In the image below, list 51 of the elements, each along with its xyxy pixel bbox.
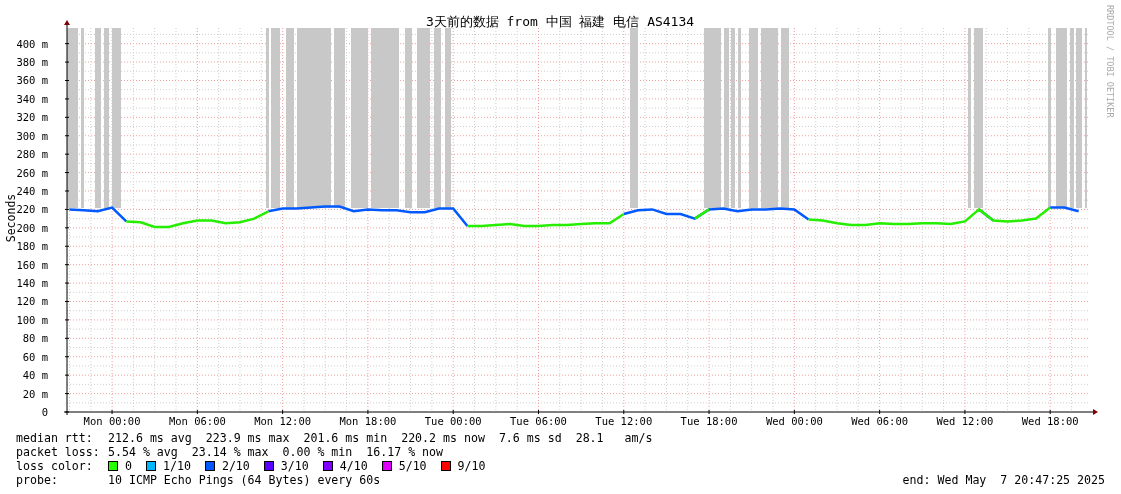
axis-label: 160 m <box>16 258 48 271</box>
axis-label: Tue 18:00 <box>680 415 738 427</box>
axis-label: 180 m <box>16 240 48 253</box>
legend-value: 212.6 ms avg 223.9 ms max 201.6 ms min 220.2 ms now 7.6 ms sd 28.1 am/s <box>108 431 653 445</box>
legend-value: 4/10 <box>339 459 368 473</box>
legend-value: 5.54 % avg 23.14 % max 0.00 % min 16.17 % now <box>108 445 444 459</box>
credit-text: RRDTOOL / TOBI OETIKER <box>1105 5 1115 118</box>
legend-label: median rtt: <box>16 431 94 445</box>
axis-label: Wed 00:00 <box>765 415 823 427</box>
axis-label: Wed 12:00 <box>936 415 994 427</box>
axis-label: 100 m <box>16 313 48 326</box>
axis-label: 140 m <box>16 277 48 290</box>
axis-label: 380 m <box>16 56 48 69</box>
axis-label: Mon 12:00 <box>254 415 312 427</box>
legend-value: 5/10 <box>398 459 427 473</box>
axis-label: 120 m <box>16 295 48 308</box>
legend-value: 3/10 <box>280 459 309 473</box>
axis-label: Mon 00:00 <box>83 415 141 427</box>
axis-label: Mon 18:00 <box>339 415 397 427</box>
axis-label: Tue 12:00 <box>595 415 653 427</box>
axis-label: 220 m <box>16 203 48 216</box>
axis-label: 240 m <box>16 185 48 197</box>
axis-label: 340 m <box>16 92 48 105</box>
axis-label: 200 m <box>16 221 48 234</box>
axis-label: 60 m <box>22 350 48 363</box>
axis-label: Tue 06:00 <box>510 415 567 427</box>
axis-label: 280 m <box>16 148 48 161</box>
legend-value: 10 ICMP Echo Pings (64 Bytes) every 60s <box>108 473 381 487</box>
axis-title: Seconds <box>4 193 18 243</box>
axis-label: 20 m <box>22 387 48 400</box>
axis-label: 260 m <box>16 166 48 179</box>
axis-label: Wed 18:00 <box>1021 415 1079 427</box>
axis-label: 0 <box>41 406 48 418</box>
chart-title: 3天前的数据 from 中国 福建 电信 AS4134 <box>425 14 695 29</box>
legend-label: probe: <box>16 473 59 487</box>
axis-label: 400 m <box>16 37 48 50</box>
legend-label: packet loss: <box>16 445 101 459</box>
legend-label: loss color: <box>16 459 94 473</box>
axis-label: 40 m <box>22 369 48 382</box>
axis-label: 80 m <box>22 332 48 345</box>
axis-label: 360 m <box>16 74 48 87</box>
axis-label: Wed 06:00 <box>851 415 909 427</box>
end-time: end: Wed May 7 20:47:25 2025 <box>902 473 1105 487</box>
axis-label: Tue 00:00 <box>424 415 482 427</box>
legend-value: 1/10 <box>163 459 191 473</box>
axis-label: 320 m <box>16 111 48 124</box>
legend-value: 9/10 <box>457 459 486 473</box>
legend-value: 0 <box>125 459 132 473</box>
legend-value: 2/10 <box>221 459 250 473</box>
axis-label: Mon 06:00 <box>168 415 226 427</box>
axis-label: 300 m <box>16 129 48 142</box>
